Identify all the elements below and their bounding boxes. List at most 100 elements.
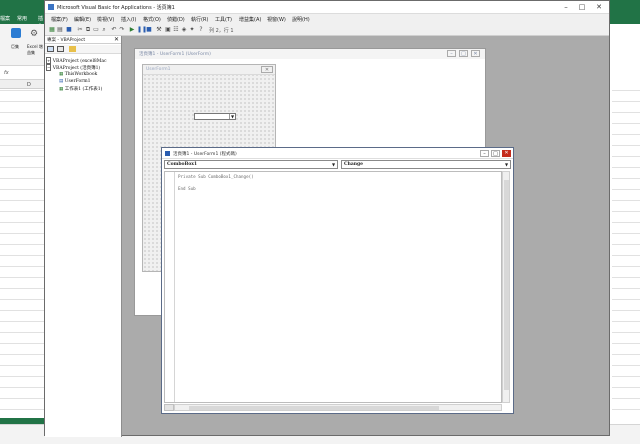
- tree-item[interactable]: ▤ UserForm1: [59, 79, 91, 84]
- toggle-folders-icon[interactable]: [69, 46, 76, 52]
- tree-item[interactable]: ▦ 工作表1 (工作表1): [59, 86, 102, 92]
- vba-app-icon: [48, 4, 54, 10]
- toolbox-icon[interactable]: ✦: [189, 27, 195, 33]
- paste-icon[interactable]: ▭: [93, 27, 99, 33]
- copy-icon[interactable]: ⧉: [85, 27, 91, 33]
- cursor-position: 列 2，行 1: [209, 28, 234, 34]
- excel-grid-right[interactable]: [612, 80, 640, 420]
- redo-icon[interactable]: ↷: [119, 27, 125, 33]
- help-icon[interactable]: ?: [198, 27, 204, 33]
- minimize-icon[interactable]: –: [561, 3, 571, 11]
- design-mode-icon[interactable]: ⚒: [156, 27, 162, 33]
- userform-caption: UserForm1: [146, 67, 171, 72]
- insert-userform-icon[interactable]: ▤: [57, 27, 63, 33]
- object-browser-icon[interactable]: ◈: [181, 27, 187, 33]
- procedure-dropdown-value: Change: [344, 162, 364, 167]
- userform-caption-bar: UserForm1 ✕: [143, 65, 275, 75]
- tree-item[interactable]: + VBAProject (excel8Mac: [46, 57, 107, 64]
- scroll-thumb[interactable]: [504, 180, 509, 390]
- properties-icon[interactable]: ☷: [173, 27, 179, 33]
- vertical-scrollbar[interactable]: [502, 171, 510, 403]
- tree-item-label: 工作表1 (工作表1): [64, 87, 103, 92]
- cut-icon[interactable]: ✂: [77, 27, 83, 33]
- project-explorer-title: 專案 - VBAProject: [47, 38, 86, 43]
- close-icon[interactable]: ✕: [594, 3, 604, 11]
- minimize-icon[interactable]: –: [447, 50, 456, 57]
- userform-designer-title-bar: 活頁簿1 - UserForm1 (UserForm) – □ ✕: [135, 49, 485, 59]
- menu-edit[interactable]: 編輯(E): [74, 16, 91, 23]
- chevron-down-icon[interactable]: ▼: [330, 161, 337, 168]
- horizontal-scrollbar[interactable]: [174, 404, 502, 411]
- fx-icon[interactable]: fx: [4, 70, 9, 76]
- tree-item-label: ThisWorkbook: [64, 72, 98, 77]
- chevron-down-icon[interactable]: ▼: [229, 114, 235, 119]
- view-toggle-icon[interactable]: [164, 404, 174, 411]
- project-explorer-toolbar: [45, 45, 121, 54]
- run-icon[interactable]: ▶: [129, 27, 135, 33]
- break-icon[interactable]: ❚❚: [137, 27, 147, 33]
- tree-item-label: UserForm1: [64, 79, 91, 84]
- tree-item[interactable]: − VBAProject (活頁簿1): [46, 64, 101, 71]
- restore-icon[interactable]: □: [459, 50, 468, 57]
- excel-column-header: D: [0, 80, 44, 89]
- view-object-icon[interactable]: [57, 46, 64, 52]
- project-explorer-icon[interactable]: ▣: [165, 27, 171, 33]
- minimize-icon[interactable]: –: [480, 150, 489, 157]
- vbe-toolbar: ▦ ▤ ■ ✂ ⧉ ▭ ⌕ ↶ ↷ ▶ ❚❚ ■ ⚒ ▣ ☷ ◈ ✦ ? 列 2…: [45, 25, 609, 36]
- tree-item[interactable]: ▦ ThisWorkbook: [59, 72, 97, 77]
- menu-view[interactable]: 檢視(V): [97, 16, 114, 23]
- code-margin[interactable]: [165, 172, 175, 402]
- column-d-label[interactable]: D: [27, 82, 31, 88]
- vbe-title-bar: Microsoft Visual Basic for Applications …: [45, 1, 609, 14]
- object-dropdown-value: ComboBox1: [167, 162, 198, 167]
- reset-icon[interactable]: ■: [146, 27, 152, 33]
- menu-run[interactable]: 執行(R): [191, 16, 208, 23]
- object-dropdown[interactable]: ComboBox1 ▼: [164, 160, 338, 169]
- combobox-control[interactable]: ▼: [194, 113, 236, 120]
- tree-item-label: VBAProject (活頁簿1): [52, 66, 101, 71]
- code-window: 活頁簿1 - UserForm1 (程式碼) – □ ✕ ComboBox1 ▼…: [161, 147, 514, 414]
- excel-grid[interactable]: [0, 80, 44, 420]
- close-icon[interactable]: ✕: [471, 50, 480, 57]
- vbe-title: Microsoft Visual Basic for Applications …: [57, 5, 175, 11]
- code-line[interactable]: End Sub: [178, 186, 196, 191]
- gear-icon[interactable]: ⚙: [30, 29, 38, 39]
- menu-format[interactable]: 格式(O): [143, 16, 161, 23]
- project-explorer: 專案 - VBAProject ✕ + VBAProject (excel8Ma…: [45, 36, 122, 437]
- code-window-title: 活頁簿1 - UserForm1 (程式碼): [173, 152, 237, 157]
- close-icon: ✕: [261, 66, 273, 73]
- vbe-menu-bar: 檔案(F) 編輯(E) 檢視(V) 插入(I) 格式(O) 偵錯(D) 執行(R…: [45, 14, 609, 25]
- userform-designer-title: 活頁簿1 - UserForm1 (UserForm): [139, 52, 211, 57]
- excel-tab-file[interactable]: 檔案: [0, 15, 10, 22]
- menu-help[interactable]: 說明(H): [292, 16, 310, 23]
- code-window-icon: [165, 151, 170, 156]
- maximize-icon[interactable]: □: [577, 3, 587, 11]
- excel-ribbon: ⚙ 巨集 Excel 增益集: [0, 24, 44, 66]
- find-icon[interactable]: ⌕: [101, 27, 107, 33]
- code-line[interactable]: Private Sub ComboBox1_Change(): [178, 174, 254, 179]
- save-icon[interactable]: ■: [66, 27, 72, 33]
- view-code-icon[interactable]: [47, 46, 54, 52]
- chevron-down-icon[interactable]: ▼: [503, 161, 510, 168]
- scroll-thumb[interactable]: [189, 406, 439, 410]
- menu-addins[interactable]: 增益集(A): [239, 16, 261, 23]
- close-icon[interactable]: ✕: [502, 150, 511, 157]
- excel-tab-home[interactable]: 常用: [17, 15, 27, 22]
- restore-icon[interactable]: □: [491, 150, 500, 157]
- menu-debug[interactable]: 偵錯(D): [167, 16, 185, 23]
- code-window-title-bar: 活頁簿1 - UserForm1 (程式碼) – □ ✕: [162, 148, 513, 159]
- formula-bar: fx: [0, 66, 44, 80]
- menu-file[interactable]: 檔案(F): [51, 16, 68, 23]
- tree-item-label: VBAProject (excel8Mac: [52, 59, 107, 64]
- macro-label: 巨集: [11, 44, 19, 49]
- code-editor[interactable]: Private Sub ComboBox1_Change() End Sub: [164, 171, 502, 403]
- menu-insert[interactable]: 插入(I): [121, 16, 136, 23]
- code-dropdowns: ComboBox1 ▼ Change ▼: [164, 160, 511, 169]
- undo-icon[interactable]: ↶: [111, 27, 117, 33]
- procedure-dropdown[interactable]: Change ▼: [341, 160, 511, 169]
- menu-tools[interactable]: 工具(T): [215, 16, 232, 23]
- menu-window[interactable]: 視窗(W): [267, 16, 286, 23]
- close-icon[interactable]: ✕: [114, 36, 119, 43]
- excel-view-icon[interactable]: ▦: [49, 27, 55, 33]
- macro-icon[interactable]: [11, 28, 21, 38]
